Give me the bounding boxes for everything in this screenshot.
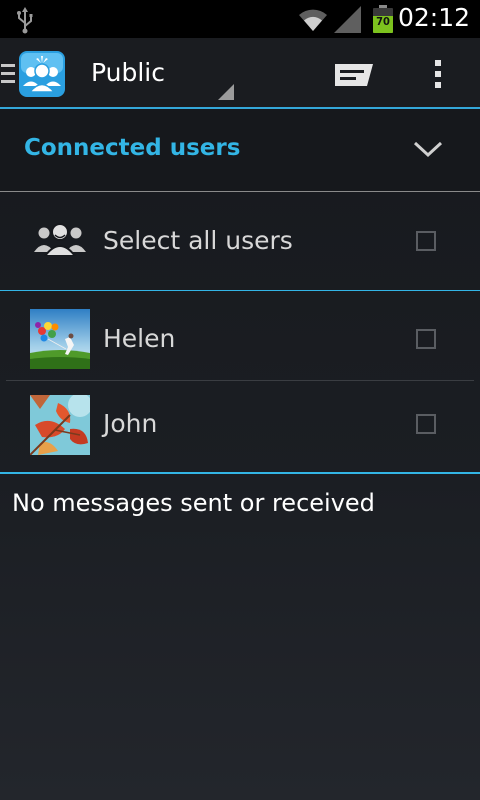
- row-divider: [6, 380, 474, 381]
- app-icon[interactable]: [18, 50, 66, 98]
- action-bar: Public: [0, 38, 480, 109]
- empty-messages-text: No messages sent or received: [12, 489, 375, 517]
- app-screen: 70 02:12 Public Connected users Select a…: [0, 0, 480, 800]
- select-all-label: Select all users: [103, 226, 293, 255]
- user-checkbox[interactable]: [416, 329, 436, 349]
- drawer-icon[interactable]: [1, 63, 15, 85]
- overflow-menu-icon[interactable]: [420, 54, 456, 94]
- signal-icon: [334, 6, 361, 33]
- compose-icon[interactable]: [328, 54, 378, 94]
- battery-icon: 70: [373, 5, 393, 33]
- wifi-icon: [299, 9, 327, 31]
- spinner-indicator-icon[interactable]: [218, 84, 234, 100]
- user-checkbox[interactable]: [416, 414, 436, 434]
- user-row[interactable]: John: [0, 382, 480, 474]
- channel-title[interactable]: Public: [91, 58, 165, 87]
- usb-icon: [17, 7, 33, 34]
- user-name: Helen: [103, 324, 176, 353]
- user-avatar-balloons: [30, 309, 90, 369]
- user-name: John: [103, 409, 158, 438]
- section-title: Connected users: [24, 135, 241, 161]
- user-row[interactable]: Helen: [0, 291, 480, 381]
- user-avatar-leaves: [30, 395, 90, 455]
- connected-users-header[interactable]: Connected users: [0, 109, 480, 192]
- select-all-users-row[interactable]: Select all users: [0, 192, 480, 291]
- clock: 02:12: [397, 3, 470, 32]
- group-users-icon: [34, 223, 86, 256]
- status-bar: 70 02:12: [0, 0, 480, 38]
- battery-level: 70: [376, 15, 390, 28]
- select-all-checkbox[interactable]: [416, 231, 436, 251]
- chevron-down-icon[interactable]: [412, 139, 444, 159]
